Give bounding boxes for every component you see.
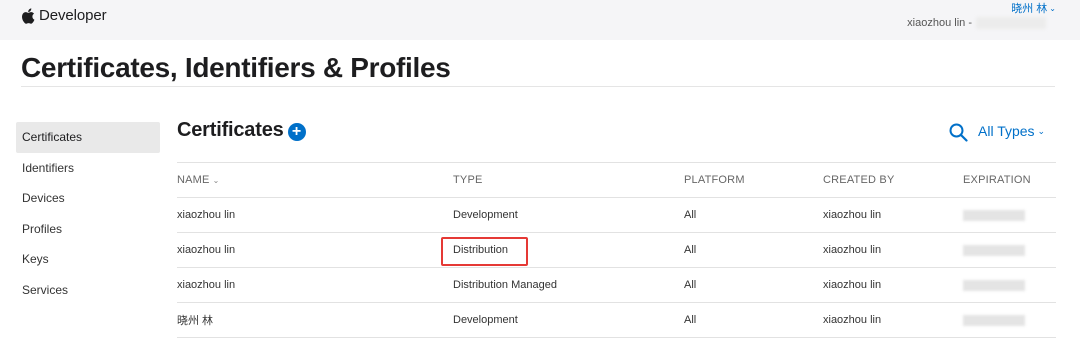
column-header-created-by: CREATED BY xyxy=(823,174,895,186)
search-button[interactable] xyxy=(949,123,968,147)
cell-expiration-redacted xyxy=(963,198,1025,232)
cell-type: Development xyxy=(453,209,518,221)
sidebar-item-services[interactable]: Services xyxy=(16,275,160,306)
cell-platform: All xyxy=(684,209,697,221)
cell-created-by: xiaozhou lin xyxy=(823,209,882,221)
table-header-row: NAME ⌄ TYPE PLATFORM CREATED BY EXPIRATI… xyxy=(177,162,1056,197)
cell-type: Distribution Managed xyxy=(453,279,557,291)
add-certificate-button[interactable]: + xyxy=(287,123,306,141)
chevron-down-icon: ⌄ xyxy=(1049,3,1056,13)
column-header-type: TYPE xyxy=(453,174,483,186)
type-filter-dropdown[interactable]: All Types ⌄ xyxy=(978,123,1045,139)
page-title: Certificates, Identifiers & Profiles xyxy=(21,52,451,83)
table-row[interactable]: 晓州 林 Development All xiaozhou lin xyxy=(177,302,1056,337)
column-header-name[interactable]: NAME ⌄ xyxy=(177,163,220,197)
cell-created-by: xiaozhou lin xyxy=(823,314,882,326)
redacted-team-id xyxy=(976,17,1046,29)
red-highlight-box xyxy=(441,237,528,266)
sidebar: Certificates Identifiers Devices Profile… xyxy=(16,122,160,305)
table-row[interactable]: xiaozhou lin Distribution All xiaozhou l… xyxy=(177,232,1056,267)
account-menu[interactable]: 晓州 林 ⌄ xyxy=(1011,0,1056,16)
cell-expiration-redacted xyxy=(963,233,1025,267)
cell-platform: All xyxy=(684,244,697,256)
sidebar-item-devices[interactable]: Devices xyxy=(16,183,160,214)
sidebar-item-certificates[interactable]: Certificates xyxy=(16,122,160,153)
cell-platform: All xyxy=(684,279,697,291)
column-header-platform: PLATFORM xyxy=(684,174,745,186)
sidebar-item-identifiers[interactable]: Identifiers xyxy=(16,153,160,184)
cell-type: Development xyxy=(453,314,518,326)
title-divider xyxy=(21,86,1055,87)
account-info: xiaozhou lin - xyxy=(907,17,1046,29)
cell-name: xiaozhou lin xyxy=(177,279,236,291)
cell-name: 晓州 林 xyxy=(177,315,214,327)
cell-name: xiaozhou lin xyxy=(177,209,236,221)
certificates-table: NAME ⌄ TYPE PLATFORM CREATED BY EXPIRATI… xyxy=(177,162,1056,338)
search-icon xyxy=(949,123,968,142)
account-name: 晓州 林 xyxy=(1011,3,1048,15)
section-title: Certificates xyxy=(177,119,284,141)
developer-home-link[interactable]: Developer xyxy=(21,7,107,24)
cell-expiration-redacted xyxy=(963,268,1025,302)
table-row[interactable]: xiaozhou lin Development All xiaozhou li… xyxy=(177,197,1056,232)
cell-created-by: xiaozhou lin xyxy=(823,244,882,256)
table-bottom-divider xyxy=(177,337,1056,338)
cell-platform: All xyxy=(684,314,697,326)
cell-name: xiaozhou lin xyxy=(177,244,236,256)
type-filter-label: All Types xyxy=(978,123,1035,139)
brand-name: Developer xyxy=(39,7,107,24)
apple-logo-icon xyxy=(22,7,35,24)
table-row[interactable]: xiaozhou lin Distribution Managed All xi… xyxy=(177,267,1056,302)
sort-chevron-icon: ⌄ xyxy=(212,175,220,185)
sidebar-item-keys[interactable]: Keys xyxy=(16,244,160,275)
top-nav-bar: Developer 晓州 林 ⌄ xiaozhou lin - xyxy=(0,0,1080,40)
sidebar-item-profiles[interactable]: Profiles xyxy=(16,214,160,245)
chevron-down-icon: ⌄ xyxy=(1037,125,1046,136)
section-header: Certificates + xyxy=(177,119,306,142)
column-header-label: NAME xyxy=(177,174,210,186)
plus-circle-icon: + xyxy=(291,123,302,140)
cell-created-by: xiaozhou lin xyxy=(823,279,882,291)
account-line-text: xiaozhou lin - xyxy=(907,17,972,29)
cell-expiration-redacted xyxy=(963,303,1025,337)
column-header-expiration: EXPIRATION xyxy=(963,174,1031,186)
